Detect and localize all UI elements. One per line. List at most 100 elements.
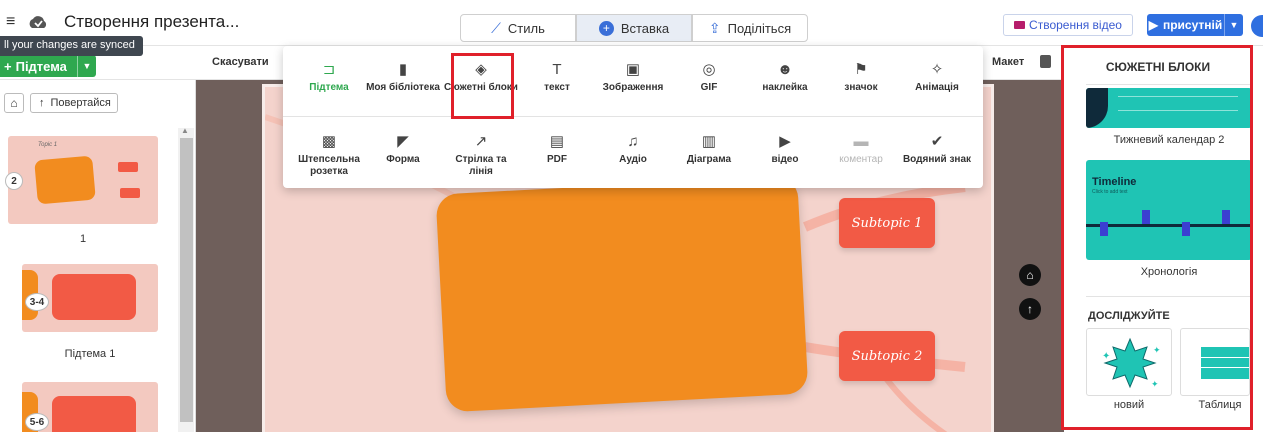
comment-icon: ▬: [853, 133, 869, 150]
create-video-button[interactable]: Створення відео: [1003, 14, 1133, 36]
sync-tooltip: ll your changes are synced: [0, 36, 143, 56]
insert-item-label: Моя бібліотека: [366, 82, 440, 93]
highlight-box-right-panel: [1061, 45, 1253, 430]
insert-item-label: Підтема: [309, 82, 349, 93]
insert-item-text[interactable]: T текст: [519, 60, 595, 94]
insert-item-label: Штепсельна розетка: [298, 154, 360, 177]
subtopic-dropdown-icon[interactable]: ▼: [78, 61, 96, 71]
menu-divider: [283, 116, 983, 117]
insert-item-comment: ▬ коментар: [823, 132, 899, 166]
tab-style-label: Стиль: [507, 20, 545, 36]
present-dropdown-icon[interactable]: ▼: [1225, 20, 1243, 30]
thumbnail-caption: Підтема 1: [64, 348, 116, 360]
insert-item-gif[interactable]: ◎ GIF: [671, 60, 747, 94]
cloud-sync-icon: [29, 16, 47, 28]
insert-item-label: Аудіо: [619, 154, 647, 165]
subtopic-1-card[interactable]: Subtopic 1: [839, 198, 935, 248]
layout-button[interactable]: Макет: [992, 56, 1024, 68]
thumbnail-caption: 1: [79, 233, 87, 245]
thumb-subtopic-shape: [118, 162, 138, 172]
insert-item-label: текст: [544, 82, 570, 93]
present-main[interactable]: ▶ присутній: [1147, 14, 1225, 36]
tab-share[interactable]: ⇪ Поділіться: [692, 14, 808, 42]
image-icon: ▣: [625, 61, 641, 78]
insert-item-icon[interactable]: ⚑ значок: [823, 60, 899, 94]
insert-item-label: Водяний знак: [902, 154, 972, 165]
thumbnail-number: 5-6: [25, 413, 49, 431]
insert-item-label: коментар: [839, 154, 883, 165]
insert-item-label: Форма: [386, 154, 420, 165]
magic-wand-icon: ⟋: [491, 19, 501, 36]
pdf-icon: ▤: [549, 133, 565, 150]
insert-item-arrow-line[interactable]: ↗ Стрілка та лінія: [443, 132, 519, 178]
insert-item-sticker[interactable]: ☻ наклейка: [747, 60, 823, 94]
notes-icon[interactable]: [1040, 55, 1051, 68]
insert-item-library[interactable]: ▮ Моя бібліотека: [365, 60, 441, 94]
insert-menu: ⊐ Підтема ▮ Моя бібліотека ◈ Сюжетні бло…: [283, 46, 983, 188]
insert-item-watermark[interactable]: ✔ Водяний знак: [899, 132, 975, 166]
insert-item-image[interactable]: ▣ Зображення: [595, 60, 671, 94]
shape-icon: ◤: [397, 133, 409, 150]
insert-item-label: GIF: [700, 82, 718, 93]
thumbnail-number: 3-4: [25, 293, 49, 311]
scrollbar-thumb[interactable]: [180, 138, 193, 422]
avatar[interactable]: [1251, 15, 1263, 37]
arrow-up-icon[interactable]: ↑: [1019, 298, 1041, 320]
plus-icon: +: [4, 58, 12, 74]
thumb-subtopic-shape: [52, 396, 136, 432]
document-title[interactable]: Створення презента...: [64, 12, 239, 32]
app-window: ≡ Створення презента... ⟋ Стиль + Вставк…: [0, 0, 1263, 432]
insert-item-chart[interactable]: ▥ Діаграма: [671, 132, 747, 166]
add-subtopic-button[interactable]: + Підтема ▼: [0, 55, 96, 77]
main-topic-shape[interactable]: [435, 175, 809, 413]
tab-share-label: Поділіться: [727, 20, 792, 36]
insert-item-video[interactable]: ▶ відео: [747, 132, 823, 166]
plugin-icon: ▩: [321, 133, 337, 150]
insert-item-label: відео: [771, 154, 799, 165]
animation-icon: ✧: [930, 61, 944, 78]
slide-thumbnail[interactable]: Topic 1: [8, 136, 158, 224]
undo-button[interactable]: Скасувати: [212, 56, 269, 68]
insert-item-label: значок: [844, 82, 878, 93]
hamburger-menu-icon[interactable]: ≡: [6, 13, 15, 31]
sticker-icon: ☻: [777, 61, 793, 78]
music-icon: ♫: [627, 133, 639, 150]
back-button-label: Повертайся: [50, 97, 111, 109]
thumbnail-number: 2: [5, 172, 23, 190]
slides-panel: ⌂ ↑ Повертайся ▲ Topic 1 2 1 3-4 Підтема…: [0, 80, 196, 432]
add-subtopic-main[interactable]: + Підтема: [0, 55, 78, 77]
subtopic-icon: ⊐: [322, 61, 336, 78]
arrow-icon: ↗: [474, 133, 488, 150]
insert-item-subtopic[interactable]: ⊐ Підтема: [291, 60, 367, 94]
video-camera-icon: [1014, 21, 1026, 29]
insert-item-label: Стрілка та лінія: [455, 154, 507, 177]
present-button[interactable]: ▶ присутній ▼: [1147, 14, 1243, 36]
insert-item-label: наклейка: [762, 82, 808, 93]
top-bar: ≡ Створення презента... ⟋ Стиль + Вставк…: [0, 0, 1263, 46]
scroll-up-icon[interactable]: ▲: [181, 126, 189, 135]
tab-insert[interactable]: + Вставка: [576, 14, 692, 42]
insert-item-animation[interactable]: ✧ Анімація: [899, 60, 975, 94]
insert-item-audio[interactable]: ♫ Аудіо: [595, 132, 671, 166]
insert-item-label: Анімація: [915, 82, 959, 93]
add-subtopic-label: Підтема: [15, 58, 67, 74]
watermark-icon: ✔: [930, 133, 944, 150]
insert-item-plugin[interactable]: ▩ Штепсельна розетка: [291, 132, 367, 178]
insert-item-pdf[interactable]: ▤ PDF: [519, 132, 595, 166]
text-icon: T: [552, 61, 562, 78]
insert-item-label: PDF: [547, 154, 567, 165]
subtopic-2-card[interactable]: Subtopic 2: [839, 331, 935, 381]
thumb-subtopic-shape: [120, 188, 140, 198]
library-icon: ▮: [398, 61, 408, 78]
tab-style[interactable]: ⟋ Стиль: [460, 14, 576, 42]
chart-icon: ▥: [701, 133, 717, 150]
create-video-label: Створення відео: [1029, 18, 1122, 32]
back-button[interactable]: ↑ Повертайся: [30, 93, 118, 113]
home-icon[interactable]: ⌂: [4, 93, 24, 113]
insert-item-label: Зображення: [602, 82, 664, 93]
insert-item-label: Діаграма: [686, 154, 732, 165]
gif-icon: ◎: [702, 61, 716, 78]
home-icon[interactable]: ⌂: [1019, 264, 1041, 286]
insert-item-shape[interactable]: ◤ Форма: [365, 132, 441, 166]
present-label: присутній: [1162, 18, 1223, 32]
